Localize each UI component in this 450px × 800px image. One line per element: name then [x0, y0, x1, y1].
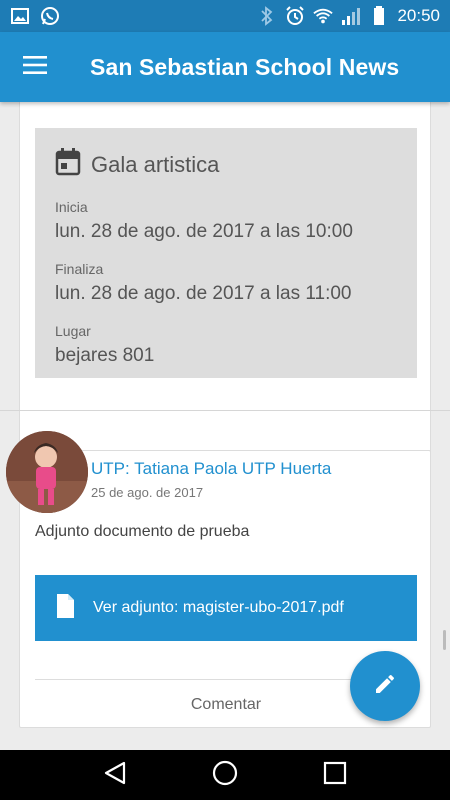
- pencil-icon: [373, 672, 397, 701]
- calendar-icon: [55, 148, 81, 181]
- document-icon: [55, 593, 75, 624]
- event-details: Gala artistica Inicia lun. 28 de ago. de…: [35, 128, 417, 378]
- home-button[interactable]: [205, 755, 245, 795]
- home-icon: [211, 759, 239, 792]
- status-time: 20:50: [397, 6, 440, 25]
- signal-icon: [341, 6, 361, 26]
- event-title: Gala artistica: [91, 151, 220, 177]
- status-bar: 20:50: [0, 0, 450, 32]
- app-bar: San Sebastian School News: [0, 32, 450, 102]
- event-place-label: Lugar: [55, 323, 91, 339]
- compose-fab[interactable]: [350, 651, 420, 721]
- battery-icon: [369, 6, 389, 26]
- event-place-value: bejares 801: [55, 345, 155, 366]
- recents-icon: [322, 760, 348, 791]
- event-end-value: lun. 28 de ago. de 2017 a las 11:00: [55, 283, 352, 304]
- view-attachment-button[interactable]: Ver adjunto: magister-ubo-2017.pdf: [35, 575, 417, 641]
- system-nav-bar: [0, 750, 450, 800]
- status-left-icons: [10, 6, 60, 26]
- post-date: 25 de ago. de 2017: [91, 485, 204, 500]
- hamburger-menu-icon: [23, 55, 47, 79]
- card-separator: [0, 410, 450, 411]
- event-title-row: Gala artistica: [55, 148, 397, 181]
- event-card: Gala artistica Inicia lun. 28 de ago. de…: [19, 102, 431, 490]
- event-end-label: Finaliza: [55, 261, 104, 277]
- post-author[interactable]: UTP: Tatiana Paola UTP Huerta: [91, 459, 331, 479]
- app-title: San Sebastian School News: [90, 53, 400, 80]
- bluetooth-icon: [257, 6, 277, 26]
- back-button[interactable]: [95, 755, 135, 795]
- menu-button[interactable]: [0, 32, 70, 102]
- scrollbar[interactable]: [443, 630, 446, 650]
- status-right-icons: 20:50: [257, 6, 440, 26]
- back-icon: [102, 760, 128, 791]
- alarm-icon: [285, 6, 305, 26]
- post-body: Adjunto documento de prueba: [35, 523, 250, 540]
- image-icon: [10, 6, 30, 26]
- event-start-label: Inicia: [55, 199, 88, 215]
- author-avatar[interactable]: [6, 431, 88, 513]
- event-start-value: lun. 28 de ago. de 2017 a las 10:00: [55, 221, 353, 242]
- news-feed[interactable]: Gala artistica Inicia lun. 28 de ago. de…: [0, 102, 450, 750]
- attachment-label: Ver adjunto: magister-ubo-2017.pdf: [93, 599, 344, 616]
- recents-button[interactable]: [315, 755, 355, 795]
- whatsapp-icon: [40, 6, 60, 26]
- wifi-icon: [313, 6, 334, 26]
